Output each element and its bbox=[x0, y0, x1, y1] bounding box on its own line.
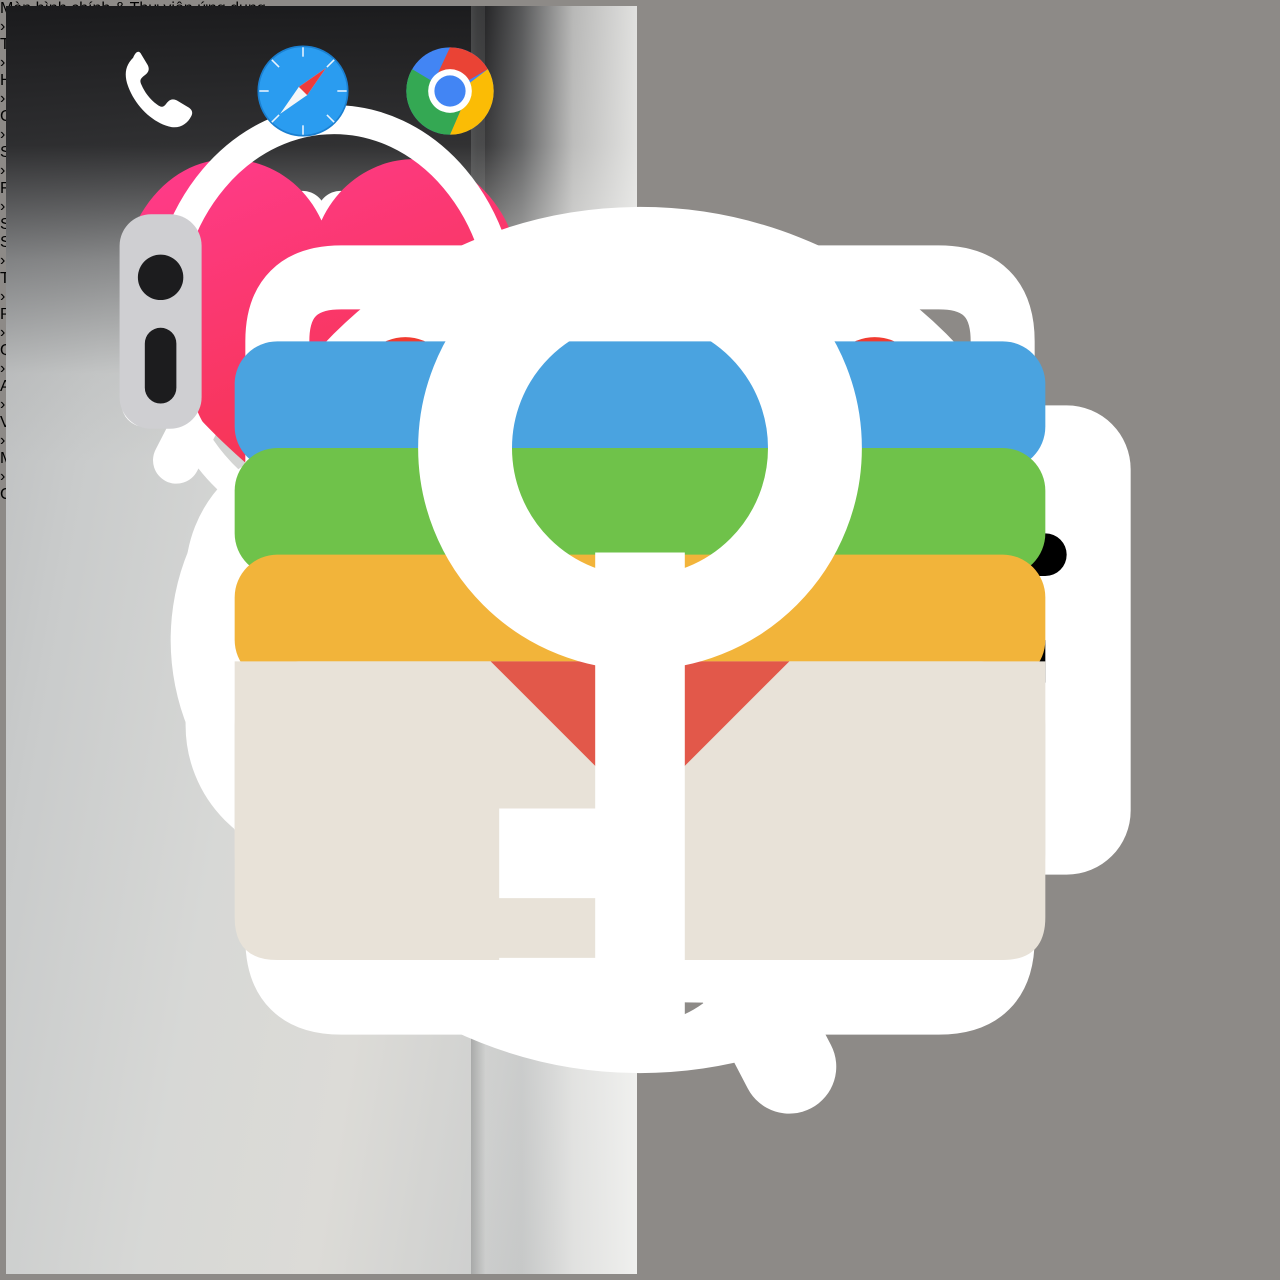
settings-group-passwords: Mật khẩu › bbox=[0, 226, 1280, 1048]
key-glyph bbox=[418, 226, 862, 1048]
settings-panel: Màn hình chính & Thư viện ứng dụng › Trợ… bbox=[0, 0, 1280, 1114]
settings-list[interactable]: Màn hình chính & Thư viện ứng dụng › Trợ… bbox=[0, 0, 1280, 1114]
screenshot-canvas: Ảnh 3 bbox=[0, 0, 1280, 1280]
settings-row-passwords[interactable]: Mật khẩu › bbox=[0, 226, 1280, 1048]
